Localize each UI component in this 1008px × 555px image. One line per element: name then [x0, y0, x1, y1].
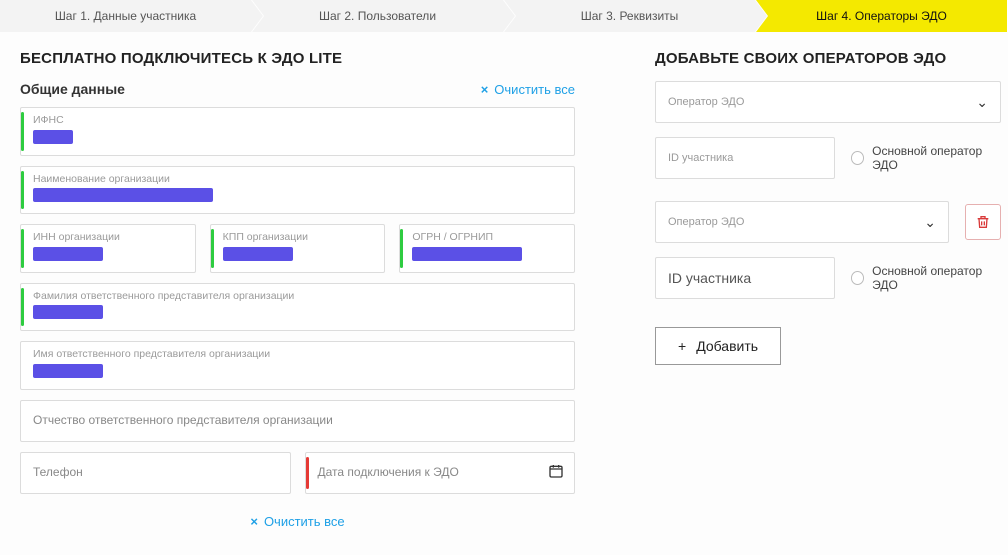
main-operator-radio[interactable]: Основной оператор ЭДО [851, 264, 1001, 292]
org-name-value-mask [33, 188, 213, 202]
operator-select-placeholder: Оператор ЭДО [668, 216, 744, 228]
kpp-value-mask [223, 247, 293, 261]
kpp-label: КПП организации [223, 231, 375, 244]
participant-id-placeholder: ID участника [668, 270, 751, 286]
resp-name-field[interactable]: Имя ответственного представителя организ… [20, 341, 575, 390]
operator-select[interactable]: Оператор ЭДО ⌄ [655, 201, 949, 243]
operators-form: ДОБАВЬТЕ СВОИХ ОПЕРАТОРОВ ЭДО Оператор Э… [655, 50, 1001, 529]
ifns-value-mask [33, 130, 73, 144]
org-name-field[interactable]: Наименование организации [20, 166, 575, 215]
step-1-label: Шаг 1. Данные участника [55, 9, 196, 23]
section-title: Общие данные [20, 81, 125, 97]
step-3[interactable]: Шаг 3. Реквизиты [504, 0, 756, 32]
inn-value-mask [33, 247, 103, 261]
step-2-label: Шаг 2. Пользователи [319, 9, 436, 23]
operator-block: Оператор ЭДО ⌄ ID участника Основной опе… [655, 81, 1001, 179]
ifns-label: ИФНС [33, 114, 564, 127]
ogrn-value-mask [412, 247, 522, 261]
ifns-field[interactable]: ИФНС [20, 107, 575, 156]
resp-surname-label: Фамилия ответственного представителя орг… [33, 290, 564, 303]
ogrn-field[interactable]: ОГРН / ОГРНИП [399, 224, 575, 273]
calendar-icon[interactable] [548, 463, 564, 483]
step-2[interactable]: Шаг 2. Пользователи [252, 0, 504, 32]
plus-icon: + [678, 338, 686, 354]
inn-label: ИНН организации [33, 231, 185, 244]
operator-block: Оператор ЭДО ⌄ ID участника Основной опе… [655, 201, 1001, 299]
conn-date-field[interactable]: Дата подключения к ЭДО [305, 452, 576, 494]
conn-date-label: Дата подключения к ЭДО [318, 465, 565, 479]
add-operator-button[interactable]: + Добавить [655, 327, 781, 365]
kpp-field[interactable]: КПП организации [210, 224, 386, 273]
radio-icon [851, 151, 864, 165]
resp-name-value-mask [33, 364, 103, 378]
left-heading: БЕСПЛАТНО ПОДКЛЮЧИТЕСЬ К ЭДО LITE [20, 50, 575, 67]
participant-id-field[interactable]: ID участника [655, 137, 835, 179]
resp-patronymic-field[interactable]: Отчество ответственного представителя ор… [20, 400, 575, 442]
close-icon: × [481, 82, 489, 97]
close-icon: × [250, 514, 258, 529]
wizard-stepper: Шаг 1. Данные участника Шаг 2. Пользоват… [0, 0, 1008, 32]
main-operator-radio[interactable]: Основной оператор ЭДО [851, 144, 1001, 172]
participant-id-placeholder: ID участника [668, 152, 733, 164]
inn-field[interactable]: ИНН организации [20, 224, 196, 273]
step-4-label: Шаг 4. Операторы ЭДО [816, 9, 947, 23]
main-operator-label: Основной оператор ЭДО [872, 264, 1001, 292]
step-3-label: Шаг 3. Реквизиты [581, 9, 679, 23]
operator-select-placeholder: Оператор ЭДО [668, 96, 744, 108]
resp-surname-value-mask [33, 305, 103, 319]
org-name-label: Наименование организации [33, 173, 564, 186]
operator-select[interactable]: Оператор ЭДО ⌄ [655, 81, 1001, 123]
chevron-down-icon: ⌄ [924, 214, 936, 231]
right-heading: ДОБАВЬТЕ СВОИХ ОПЕРАТОРОВ ЭДО [655, 50, 1001, 67]
ogrn-label: ОГРН / ОГРНИП [412, 231, 564, 244]
resp-name-label: Имя ответственного представителя организ… [33, 348, 564, 361]
delete-operator-button[interactable] [965, 204, 1001, 240]
step-4[interactable]: Шаг 4. Операторы ЭДО [756, 0, 1008, 32]
clear-all-button-bottom[interactable]: × Очистить все [250, 514, 344, 529]
edo-lite-form: БЕСПЛАТНО ПОДКЛЮЧИТЕСЬ К ЭДО LITE Общие … [20, 50, 575, 529]
clear-all-bottom-label: Очистить все [264, 514, 345, 529]
clear-all-button-top[interactable]: × Очистить все [481, 82, 575, 97]
clear-all-label: Очистить все [494, 82, 575, 97]
main-operator-label: Основной оператор ЭДО [872, 144, 1001, 172]
resp-surname-field[interactable]: Фамилия ответственного представителя орг… [20, 283, 575, 332]
chevron-down-icon: ⌄ [976, 94, 988, 111]
participant-id-field[interactable]: ID участника [655, 257, 835, 299]
add-button-label: Добавить [696, 338, 758, 354]
step-1[interactable]: Шаг 1. Данные участника [0, 0, 252, 32]
resp-patronymic-label: Отчество ответственного представителя ор… [33, 413, 564, 427]
radio-icon [851, 271, 864, 285]
phone-field[interactable]: Телефон [20, 452, 291, 494]
phone-label: Телефон [33, 465, 280, 479]
